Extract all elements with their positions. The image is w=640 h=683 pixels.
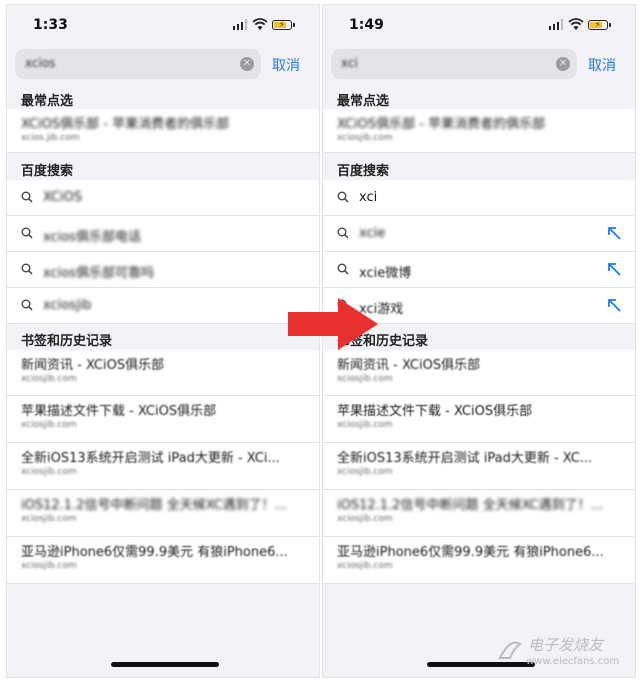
- row-url: xcios.jib.com: [21, 133, 80, 143]
- wifi-icon: [568, 18, 584, 30]
- battery-icon: ⚡: [588, 20, 611, 30]
- wifi-icon: [252, 18, 268, 30]
- status-bar: 1:33 ⚡: [7, 5, 319, 45]
- row-url: xciosjib.com: [337, 467, 393, 477]
- row-title: 新闻资讯 - XCiOS俱乐部: [21, 358, 165, 373]
- section-title: 最常点选: [337, 94, 390, 109]
- suggestion-row[interactable]: xcie微博: [323, 252, 635, 288]
- row-title: 新闻资讯 - XCiOS俱乐部: [337, 358, 481, 373]
- cancel-button[interactable]: 取消: [588, 55, 616, 75]
- watermark-logo: 电子发烧友 www.elecfans.com: [492, 630, 632, 678]
- history-row[interactable]: 新闻资讯 - XCiOS俱乐部 xciosjib.com: [323, 350, 635, 396]
- logo-mark-icon: [498, 641, 522, 659]
- row-url: xciosjib.com: [21, 467, 77, 477]
- section-header-search: 百度搜索: [323, 157, 635, 179]
- suggestion-text: xciosjib: [43, 298, 92, 313]
- suggestion-text: xcios俱乐部可靠吗: [43, 266, 154, 281]
- row-title: 苹果描述文件下载 - XCiOS俱乐部: [337, 404, 533, 419]
- suggestion-row[interactable]: xci: [323, 180, 635, 216]
- watermark-title: 电子发烧友: [528, 636, 604, 654]
- cellular-signal-icon: [233, 19, 247, 30]
- phone-screen-before: 1:33 ⚡ xcios ✕ 取消 最常点选 XCiOS俱乐部 - 苹果消费者的…: [6, 4, 320, 678]
- status-bar: 1:49 ⚡: [323, 5, 635, 45]
- home-indicator[interactable]: [111, 662, 219, 667]
- history-row[interactable]: 苹果描述文件下载 - XCiOS俱乐部 xciosjib.com: [323, 396, 635, 443]
- history-row[interactable]: 亚马逊iPhone6仅需99.9美元 有狼iPhone6... xciosjib…: [7, 537, 319, 584]
- history-row[interactable]: 新闻资讯 - XCiOS俱乐部 xciosjib.com: [7, 350, 319, 396]
- suggestion-text: xcios俱乐部电话: [43, 230, 141, 245]
- row-title: 全新iOS13系统开启测试 iPad大更新 - XCi...: [21, 451, 280, 466]
- section-title: 最常点选: [21, 94, 74, 109]
- clear-icon[interactable]: ✕: [240, 57, 254, 71]
- row-url: xciosjib.com: [337, 374, 393, 384]
- watermark-url: www.elecfans.com: [526, 656, 620, 667]
- row-title: 亚马逊iPhone6仅需99.9美元 有狼iPhone6...: [21, 545, 288, 560]
- search-query: xcios: [25, 56, 56, 70]
- history-row[interactable]: 全新iOS13系统开启测试 iPad大更新 - XC... xciosjib.c…: [323, 443, 635, 490]
- history-row[interactable]: 亚马逊iPhone6仅需99.9美元 有狼iPhone6... xciosjib…: [323, 537, 635, 584]
- row-url: xciosjib.com: [21, 420, 77, 430]
- clear-icon[interactable]: ✕: [556, 57, 570, 71]
- search-query: xci: [341, 56, 358, 70]
- battery-icon: ⚡: [272, 20, 295, 30]
- search-field[interactable]: xci ✕: [331, 49, 577, 79]
- row-title: XCiOS俱乐部 - 苹果消费者的俱乐部: [21, 117, 230, 132]
- suggestion-text: XCiOS: [43, 190, 83, 205]
- section-title: 百度搜索: [337, 164, 390, 179]
- row-title: iOS12.1.2信号中断问题 全天候XC遇到了！...: [21, 498, 288, 513]
- status-time: 1:33: [33, 17, 68, 33]
- row-url: xciosjib.com: [21, 561, 77, 571]
- row-url: xciosjib.com: [337, 133, 393, 143]
- row-url: xciosjib.com: [337, 561, 393, 571]
- search-icon: [21, 191, 33, 203]
- search-icon: [337, 191, 349, 203]
- search-icon: [337, 227, 349, 239]
- row-url: xciosjib.com: [337, 420, 393, 430]
- fill-suggestion-icon[interactable]: [607, 298, 621, 312]
- section-header-search: 百度搜索: [7, 157, 319, 179]
- history-row[interactable]: 全新iOS13系统开启测试 iPad大更新 - XCi... xciosjib.…: [7, 443, 319, 490]
- suggestion-text: xci: [359, 190, 378, 205]
- status-time: 1:49: [349, 17, 384, 33]
- search-icon: [337, 263, 349, 275]
- cancel-button[interactable]: 取消: [272, 55, 300, 75]
- section-header-top-hits: 最常点选: [7, 87, 319, 109]
- search-field[interactable]: xcios ✕: [15, 49, 261, 79]
- history-row[interactable]: 苹果描述文件下载 - XCiOS俱乐部 xciosjib.com: [7, 396, 319, 443]
- history-row[interactable]: iOS12.1.2信号中断问题 全天候XC遇到了！... xciosjib.co…: [323, 490, 635, 537]
- top-hit-row[interactable]: XCiOS俱乐部 - 苹果消费者的俱乐部 xcios.jib.com: [7, 109, 319, 153]
- section-title: 百度搜索: [21, 164, 74, 179]
- row-url: xciosjib.com: [21, 374, 77, 384]
- section-header-top-hits: 最常点选: [323, 87, 635, 109]
- row-title: iOS12.1.2信号中断问题 全天候XC遇到了！...: [337, 498, 604, 513]
- cellular-signal-icon: [549, 19, 563, 30]
- suggestion-row[interactable]: xcie: [323, 216, 635, 252]
- suggestion-text: xcie: [359, 226, 386, 241]
- section-title: 书签和历史记录: [21, 334, 113, 349]
- row-url: xciosjib.com: [21, 514, 77, 524]
- suggestion-row[interactable]: xcios俱乐部电话: [7, 216, 319, 252]
- fill-suggestion-icon[interactable]: [607, 226, 621, 240]
- suggestion-row[interactable]: xciosjib: [7, 288, 319, 324]
- section-header-history: 书签和历史记录: [7, 327, 319, 349]
- search-icon: [21, 299, 33, 311]
- suggestion-text: xcie微博: [359, 266, 412, 281]
- row-title: 苹果描述文件下载 - XCiOS俱乐部: [21, 404, 217, 419]
- suggestion-row[interactable]: xcios俱乐部可靠吗: [7, 252, 319, 288]
- row-title: 亚马逊iPhone6仅需99.9美元 有狼iPhone6...: [337, 545, 604, 560]
- row-title: 全新iOS13系统开启测试 iPad大更新 - XC...: [337, 451, 593, 466]
- search-icon: [21, 263, 33, 275]
- history-row[interactable]: iOS12.1.2信号中断问题 全天候XC遇到了！... xciosjib.co…: [7, 490, 319, 537]
- suggestion-row[interactable]: XCiOS: [7, 180, 319, 216]
- row-url: xciosjib.com: [337, 514, 393, 524]
- search-icon: [21, 227, 33, 239]
- transition-arrow-icon: [288, 298, 378, 350]
- top-hit-row[interactable]: XCiOS俱乐部 - 苹果消费者的俱乐部 xciosjib.com: [323, 109, 635, 153]
- row-title: XCiOS俱乐部 - 苹果消费者的俱乐部: [337, 117, 546, 132]
- fill-suggestion-icon[interactable]: [607, 262, 621, 276]
